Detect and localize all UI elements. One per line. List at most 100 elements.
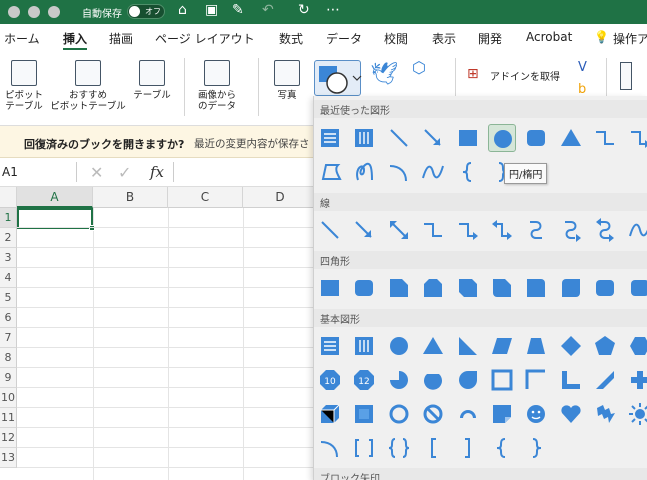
shape-dblarrow-icon[interactable] [385, 216, 413, 244]
fill-handle[interactable] [89, 225, 95, 231]
column-header[interactable]: D [243, 187, 318, 208]
icons-icon[interactable]: 🕊 [370, 62, 398, 87]
shape-scribble-icon[interactable] [350, 158, 378, 186]
shape-rtri-icon[interactable] [454, 332, 482, 360]
row-header[interactable]: 6 [0, 308, 17, 328]
autosave-toggle[interactable]: オフ [127, 4, 165, 19]
shape-dblbrace-icon[interactable] [385, 434, 413, 462]
pivot-table-button[interactable]: ピボット テーブル [2, 60, 46, 112]
shape-arc-icon[interactable] [385, 158, 413, 186]
get-addins-button[interactable]: アドインを取得 [490, 68, 560, 83]
shape-blockarc-icon[interactable] [454, 400, 482, 428]
shape-frame-icon[interactable] [488, 366, 516, 394]
tab-view[interactable]: 表示 [432, 30, 456, 47]
shape-cube-icon[interactable] [316, 400, 344, 428]
shape-sun-icon[interactable] [626, 400, 647, 428]
row-header[interactable]: 4 [0, 268, 17, 288]
shape-chord-icon[interactable] [419, 366, 447, 394]
check-icon[interactable]: ✓ [118, 163, 131, 182]
edit-icon[interactable]: ✎ [232, 2, 244, 18]
shape-scurvedbl-icon[interactable] [591, 216, 619, 244]
close-window-button[interactable] [8, 6, 20, 18]
shape-dblbracket-icon[interactable] [350, 434, 378, 462]
row-header[interactable]: 2 [0, 228, 17, 248]
row-header[interactable]: 11 [0, 408, 17, 428]
row-header[interactable]: 7 [0, 328, 17, 348]
shape-smiley-icon[interactable] [522, 400, 550, 428]
shape-vtext-icon[interactable] [350, 332, 378, 360]
redo-icon[interactable]: ↻ [298, 2, 310, 18]
bing-icon[interactable]: b [578, 82, 586, 97]
shape-line-icon[interactable] [316, 216, 344, 244]
tab-acrobat[interactable]: Acrobat [526, 30, 572, 44]
selected-cell[interactable] [17, 208, 95, 231]
shape-tri-icon[interactable] [557, 124, 585, 152]
shape-lshape-icon[interactable] [557, 366, 585, 394]
shape-donut-icon[interactable] [385, 400, 413, 428]
shapes-button[interactable] [314, 60, 362, 96]
shape-foldcorner-icon[interactable] [488, 400, 516, 428]
row-header[interactable]: 8 [0, 348, 17, 368]
tab-page-layout[interactable]: ページ レイアウト [155, 30, 255, 47]
shape-rrect-icon[interactable] [591, 274, 619, 302]
corner-select-all[interactable] [0, 187, 17, 208]
shape-vtext-icon[interactable] [350, 124, 378, 152]
shape-rbracket-icon[interactable] [454, 434, 482, 462]
recommended-pivot-button[interactable]: おすすめ ピボットテーブル [48, 60, 128, 112]
shape-rbrace-icon[interactable] [522, 434, 550, 462]
shape-tri-icon[interactable] [419, 332, 447, 360]
shape-scurvearr-icon[interactable] [557, 216, 585, 244]
shape-line-icon[interactable] [385, 124, 413, 152]
shape-snipround-icon[interactable] [488, 274, 516, 302]
shape-wave-icon[interactable] [419, 158, 447, 186]
tab-tell-me[interactable]: 操作アシ [613, 30, 647, 47]
row-header[interactable]: 5 [0, 288, 17, 308]
shape-rect-icon[interactable] [454, 124, 482, 152]
shape-scurve-icon[interactable] [522, 216, 550, 244]
tab-developer[interactable]: 開発 [478, 30, 502, 47]
home-icon[interactable]: ⌂ [178, 2, 187, 18]
shape-plus-icon[interactable] [626, 366, 647, 394]
shape-pent-icon[interactable] [591, 332, 619, 360]
tab-home[interactable]: ホーム [4, 30, 40, 47]
row-header[interactable]: 3 [0, 248, 17, 268]
shape-elbowarr-icon[interactable] [626, 124, 647, 152]
shape-round1-icon[interactable] [522, 274, 550, 302]
image-from-data-button[interactable]: 画像から のデータ [193, 60, 241, 112]
shape-halfframe-icon[interactable] [522, 366, 550, 394]
3d-model-icon[interactable]: ⬡ [412, 58, 426, 77]
shape-heart-icon[interactable] [557, 400, 585, 428]
shape-arrow-icon[interactable] [350, 216, 378, 244]
more-icon[interactable]: ⋯ [326, 2, 340, 18]
name-box[interactable]: A1 [2, 165, 18, 179]
shape-elbowdbl-icon[interactable] [488, 216, 516, 244]
shape-moonarc-icon[interactable] [316, 434, 344, 462]
shape-rrect-icon[interactable] [350, 274, 378, 302]
shape-noentry-icon[interactable] [419, 400, 447, 428]
shape-bevel-icon[interactable] [350, 400, 378, 428]
tab-review[interactable]: 校閲 [384, 30, 408, 47]
shape-lbrace-icon[interactable] [454, 158, 482, 186]
shape-elbow-icon[interactable] [419, 216, 447, 244]
tab-formulas[interactable]: 数式 [279, 30, 303, 47]
shape-para-icon[interactable] [488, 332, 516, 360]
row-header[interactable]: 9 [0, 368, 17, 388]
insert-function-button[interactable]: fx [150, 163, 164, 181]
shape-pie-icon[interactable] [385, 366, 413, 394]
shape-tear-icon[interactable] [454, 366, 482, 394]
pictures-button[interactable]: 写真 [264, 60, 310, 101]
shape-ellipse-icon[interactable] [488, 124, 516, 152]
column-header[interactable]: A [17, 187, 93, 208]
shape-trap-icon[interactable] [522, 332, 550, 360]
shape-snip3-icon[interactable] [454, 274, 482, 302]
zoom-window-button[interactable] [48, 6, 60, 18]
row-header[interactable]: 13 [0, 448, 17, 468]
shape-lbrace-icon[interactable] [488, 434, 516, 462]
tab-data[interactable]: データ [326, 30, 362, 47]
shape-rect-icon[interactable] [316, 274, 344, 302]
column-header[interactable]: B [93, 187, 168, 208]
shape-wave-icon[interactable] [626, 216, 647, 244]
tab-insert[interactable]: 挿入 [63, 30, 87, 47]
shape-oct12-icon[interactable]: 12 [350, 366, 378, 394]
shape-hex-icon[interactable] [626, 332, 647, 360]
